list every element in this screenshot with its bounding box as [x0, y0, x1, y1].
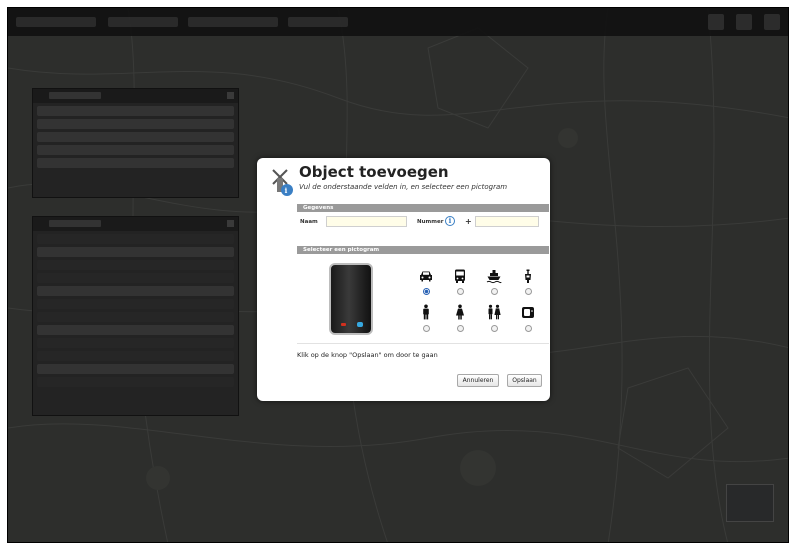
top-toolbar [8, 8, 788, 36]
add-icon[interactable] [227, 92, 234, 99]
number-input[interactable] [475, 216, 539, 227]
list-item[interactable] [37, 132, 234, 142]
list-item[interactable] [37, 377, 234, 387]
couple-radio[interactable] [491, 325, 498, 332]
list-item[interactable] [37, 158, 234, 168]
instruction-text: Klik op de knop "Opslaan" om door te gaa… [297, 351, 438, 359]
history-panel [32, 216, 239, 416]
car-icon[interactable] [418, 268, 434, 284]
list-item[interactable] [37, 247, 234, 257]
panel-title [49, 92, 101, 99]
dialog-subtitle: Vul de onderstaande velden in, en select… [299, 183, 508, 191]
boat-radio[interactable] [491, 288, 498, 295]
man-radio[interactable] [423, 325, 430, 332]
dialog-title: Object toevoegen [299, 163, 449, 181]
list-item[interactable] [37, 299, 234, 309]
panel-title [49, 220, 101, 227]
bus-icon[interactable] [452, 268, 468, 284]
toolbar-item[interactable] [188, 17, 278, 27]
pictogram-section-header: Selecteer een pictogram [297, 246, 549, 254]
pictogram-section: Selecteer een pictogram [297, 246, 549, 344]
list-item[interactable] [37, 312, 234, 322]
application-window: i Object toevoegen Vul de onderstaande v… [7, 7, 789, 543]
list-item[interactable] [37, 145, 234, 155]
red-led [341, 323, 346, 326]
save-button[interactable]: Opslaan [507, 374, 542, 387]
toolbar-button[interactable] [736, 14, 752, 30]
list-item[interactable] [37, 273, 234, 283]
woman-icon[interactable] [452, 304, 468, 320]
info-icon[interactable]: i [445, 216, 455, 226]
list-item[interactable] [37, 106, 234, 116]
list-item[interactable] [37, 234, 234, 244]
list-item[interactable] [37, 364, 234, 374]
woman-radio[interactable] [457, 325, 464, 332]
toolbar-item[interactable] [108, 17, 178, 27]
toolbar-button[interactable] [764, 14, 780, 30]
list-item[interactable] [37, 286, 234, 296]
car-radio[interactable] [423, 288, 430, 295]
boat-icon[interactable] [486, 268, 502, 284]
name-input[interactable] [326, 216, 407, 227]
list-item[interactable] [37, 119, 234, 129]
name-label: Naam [300, 219, 318, 225]
scooter-icon[interactable] [520, 268, 536, 284]
plus-sign: + [465, 217, 472, 226]
svg-text:i: i [285, 186, 288, 195]
details-field-row: Naam Nummer i + [297, 212, 549, 232]
toolbar-item[interactable] [16, 17, 96, 27]
list-item[interactable] [37, 260, 234, 270]
add-object-dialog: i Object toevoegen Vul de onderstaande v… [257, 158, 550, 401]
toolbar-button[interactable] [708, 14, 724, 30]
number-label: Nummer [417, 219, 444, 225]
panel-header [33, 217, 238, 231]
toolbar-item[interactable] [288, 17, 348, 27]
cancel-button[interactable]: Annuleren [457, 374, 499, 387]
panel-header [33, 89, 238, 103]
gps-tracker-image [329, 263, 373, 335]
objects-panel [32, 88, 239, 198]
list-item[interactable] [37, 351, 234, 361]
details-section-header: Gegevens [297, 204, 549, 212]
list-item[interactable] [37, 338, 234, 348]
add-icon[interactable] [227, 220, 234, 227]
minimap[interactable] [726, 484, 774, 522]
scooter-radio[interactable] [525, 288, 532, 295]
details-section: Gegevens Naam Nummer i + [297, 204, 549, 232]
pictogram-area [297, 254, 549, 344]
man-icon[interactable] [418, 304, 434, 320]
bus-radio[interactable] [457, 288, 464, 295]
device-icon[interactable] [520, 304, 536, 320]
couple-icon[interactable] [486, 304, 502, 320]
list-item[interactable] [37, 325, 234, 335]
blue-led [357, 322, 363, 327]
windmill-logo-icon: i [272, 169, 293, 196]
device-radio[interactable] [525, 325, 532, 332]
